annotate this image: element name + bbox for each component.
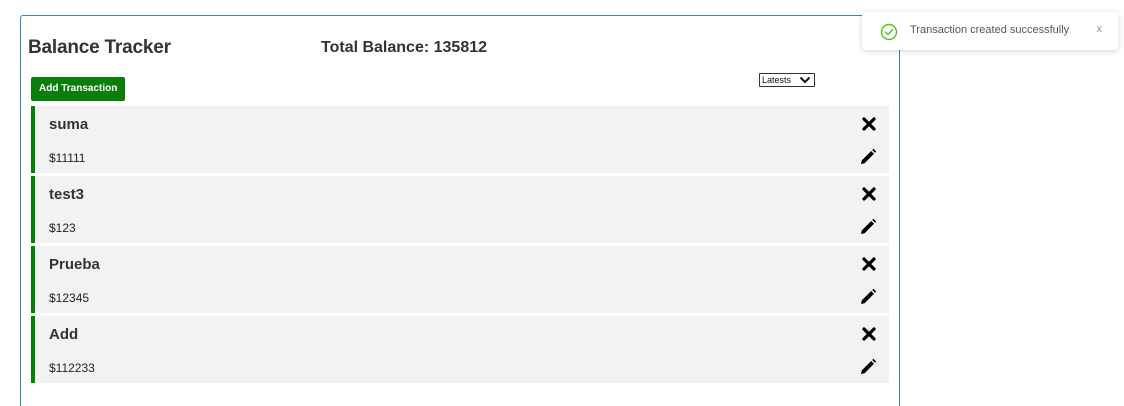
total-balance: Total Balance: 135812 xyxy=(321,39,488,56)
transaction-name: suma xyxy=(49,116,89,133)
success-toast: Transaction created successfully x xyxy=(862,12,1118,50)
transaction-name: Add xyxy=(49,326,79,343)
transaction-list: suma $11111 test3 $123 Prueba $12345 Add… xyxy=(31,106,889,386)
edit-pencil-icon[interactable] xyxy=(859,218,877,236)
sort-select-value: Latests xyxy=(762,75,792,85)
balance-tracker-panel: Balance Tracker Total Balance: 135812 Ad… xyxy=(20,15,900,406)
add-transaction-button[interactable]: Add Transaction xyxy=(31,77,126,101)
transaction-name: test3 xyxy=(49,186,85,203)
delete-icon[interactable] xyxy=(861,326,877,342)
app-title: Balance Tracker xyxy=(28,37,171,58)
transaction-item: test3 $123 xyxy=(31,176,889,243)
transaction-name: Prueba xyxy=(49,256,100,273)
transaction-item: suma $11111 xyxy=(31,106,889,173)
chevron-down-icon xyxy=(799,76,811,84)
check-circle-icon xyxy=(880,23,898,41)
toast-close-button[interactable]: x xyxy=(1097,23,1103,35)
transaction-amount: $123 xyxy=(49,221,76,235)
transaction-item: Add $112233 xyxy=(31,316,889,383)
transaction-amount: $12345 xyxy=(49,291,90,305)
edit-pencil-icon[interactable] xyxy=(859,358,877,376)
transaction-amount: $112233 xyxy=(49,361,95,375)
edit-pencil-icon[interactable] xyxy=(859,288,877,306)
delete-icon[interactable] xyxy=(861,186,877,202)
delete-icon[interactable] xyxy=(861,256,877,272)
transaction-item: Prueba $12345 xyxy=(31,246,889,313)
delete-icon[interactable] xyxy=(861,116,877,132)
sort-select[interactable]: Latests xyxy=(759,73,815,87)
toast-message: Transaction created successfully xyxy=(910,24,1070,36)
edit-pencil-icon[interactable] xyxy=(859,148,877,166)
transaction-amount: $11111 xyxy=(49,151,86,165)
